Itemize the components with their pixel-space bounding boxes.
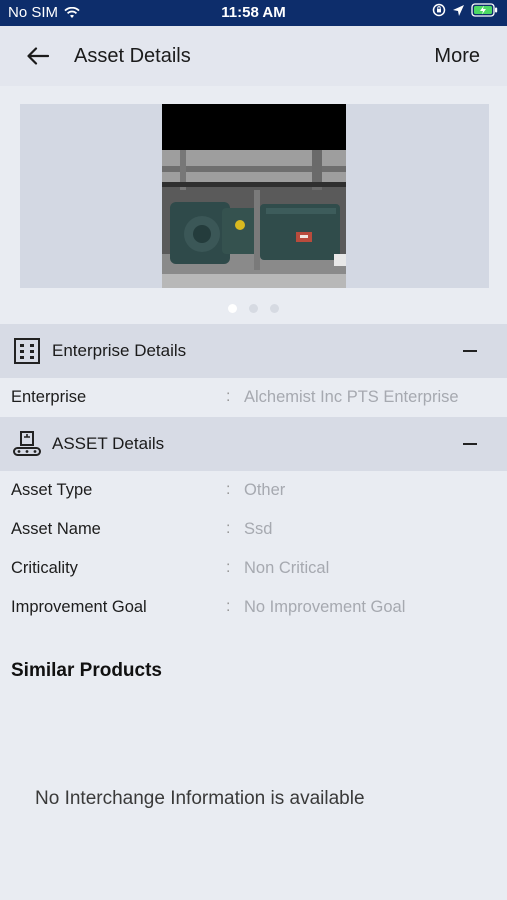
criticality-row: Criticality : Non Critical [0, 549, 507, 588]
row-value: Other [244, 481, 286, 499]
row-separator: : [226, 598, 231, 615]
enterprise-row: Enterprise : Alchemist Inc PTS Enterpris… [0, 378, 507, 417]
row-separator: : [226, 559, 231, 576]
row-value: Non Critical [244, 559, 330, 577]
enterprise-details-header[interactable]: Enterprise Details [0, 324, 507, 378]
carousel-dot-1[interactable] [228, 304, 237, 313]
carousel-dot-3[interactable] [270, 304, 279, 313]
back-button[interactable] [22, 40, 54, 72]
row-label: Asset Name [11, 520, 101, 538]
asset-type-row: Asset Type : Other [0, 471, 507, 510]
row-label: Improvement Goal [11, 598, 147, 616]
asset-conveyor-icon [13, 431, 41, 456]
empty-state-message: No Interchange Information is available [35, 788, 365, 809]
app-bar: Asset Details More [0, 26, 507, 86]
row-label: Asset Type [11, 481, 93, 499]
status-bar: No SIM 11:58 AM [0, 0, 507, 26]
battery-charging-icon [471, 3, 498, 17]
status-right [432, 3, 499, 17]
row-value: No Improvement Goal [244, 598, 406, 616]
carousel-pagination [0, 304, 507, 313]
image-carousel[interactable] [20, 104, 489, 288]
improvement-goal-row: Improvement Goal : No Improvement Goal [0, 588, 507, 627]
asset-name-row: Asset Name : Ssd [0, 510, 507, 549]
status-time: 11:58 AM [221, 4, 286, 21]
row-separator: : [226, 388, 231, 405]
row-value: Alchemist Inc PTS Enterprise [244, 388, 459, 406]
building-icon [14, 338, 40, 364]
collapse-icon[interactable] [463, 350, 477, 352]
carousel-dot-2[interactable] [249, 304, 258, 313]
arrow-left-icon [27, 47, 49, 65]
orientation-lock-icon [432, 3, 446, 17]
location-arrow-icon [453, 4, 464, 16]
page-title: Asset Details [74, 45, 191, 67]
asset-details-header[interactable]: ASSET Details [0, 417, 507, 471]
row-separator: : [226, 481, 231, 498]
asset-photo [162, 104, 346, 288]
asset-details-title: ASSET Details [52, 434, 165, 453]
row-value: Ssd [244, 520, 273, 538]
row-separator: : [226, 520, 231, 537]
enterprise-details-title: Enterprise Details [52, 341, 187, 360]
similar-products-title: Similar Products [11, 660, 162, 681]
row-label: Enterprise [11, 388, 87, 406]
more-button[interactable]: More [434, 45, 480, 68]
row-label: Criticality [11, 559, 78, 577]
collapse-icon[interactable] [463, 443, 477, 445]
